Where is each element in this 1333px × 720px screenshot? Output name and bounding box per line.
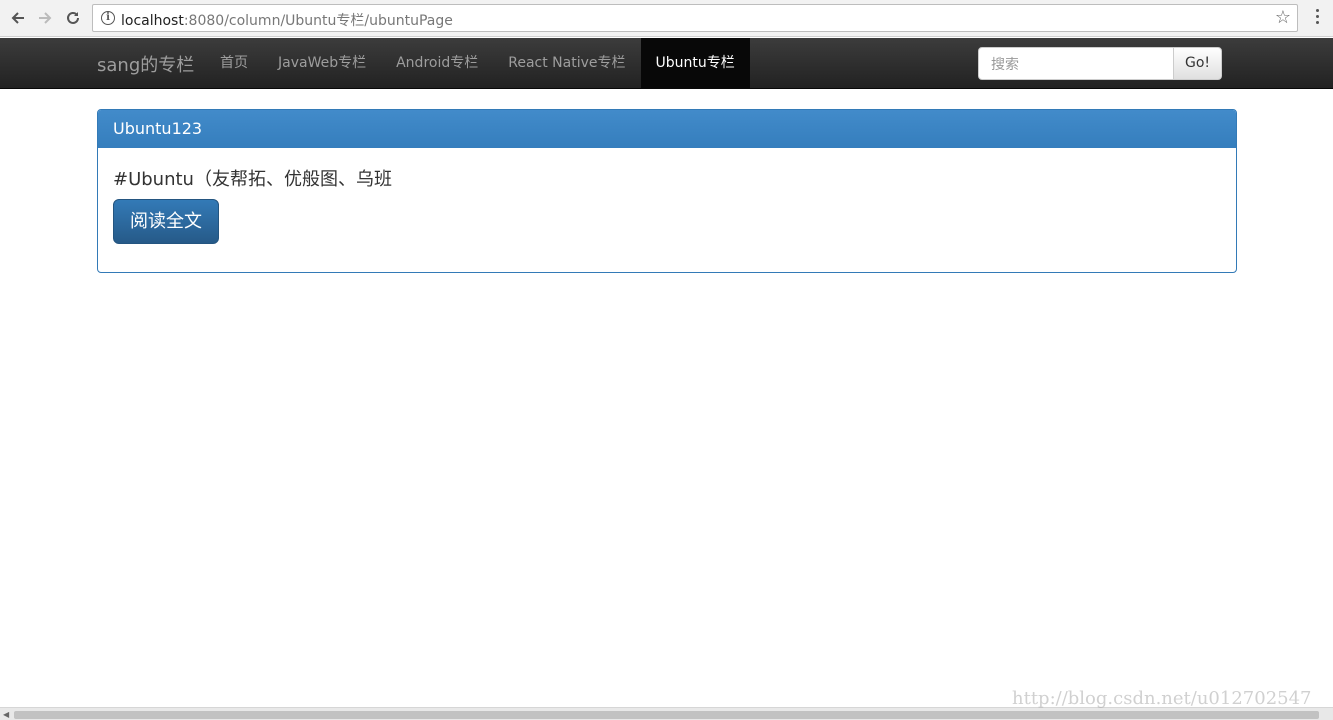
watermark-text: http://blog.csdn.net/u012702547 — [1012, 688, 1312, 709]
url-host: localhost — [121, 13, 184, 29]
back-arrow-icon[interactable] — [6, 6, 30, 30]
read-more-button[interactable]: 阅读全文 — [113, 199, 219, 244]
info-icon[interactable]: i — [101, 11, 115, 25]
browser-toolbar: i localhost:8080/column/Ubuntu专栏/ubuntuP… — [0, 0, 1333, 37]
reload-icon[interactable] — [61, 6, 85, 30]
nav-item-2[interactable]: Android专栏 — [381, 38, 493, 88]
article-title: Ubuntu123 — [98, 110, 1236, 148]
nav-item-4[interactable]: Ubuntu专栏 — [640, 38, 750, 88]
article-panel: Ubuntu123 #Ubuntu（友帮拓、优般图、乌班 阅读全文 — [97, 109, 1237, 273]
kebab-menu-icon[interactable] — [1311, 9, 1323, 29]
nav-item-0[interactable]: 首页 — [205, 38, 263, 88]
star-icon[interactable]: ☆ — [1275, 8, 1291, 28]
site-navbar: sang的专栏 首页 JavaWeb专栏 Android专栏 React Native… — [0, 38, 1333, 89]
article-excerpt: #Ubuntu（友帮拓、优般图、乌班 — [113, 169, 392, 190]
nav-item-1[interactable]: JavaWeb专栏 — [263, 38, 381, 88]
nav-menu: 首页 JavaWeb专栏 Android专栏 React Native专栏 Ubuntu… — [205, 38, 750, 88]
nav-item-3[interactable]: React Native专栏 — [493, 38, 640, 88]
search-input[interactable] — [978, 47, 1174, 80]
article-body: #Ubuntu（友帮拓、优般图、乌班 阅读全文 — [98, 148, 1236, 259]
scrollbar-thumb[interactable] — [14, 711, 1319, 719]
forward-arrow-icon[interactable] — [33, 6, 57, 30]
url-path: :8080/column/Ubuntu专栏/ubuntuPage — [183, 13, 453, 29]
go-button[interactable]: Go! — [1173, 47, 1222, 80]
brand-link[interactable]: sang的专栏 — [97, 51, 194, 77]
url-text[interactable]: localhost:8080/column/Ubuntu专栏/ubuntuPag… — [121, 10, 453, 30]
scroll-left-arrow-icon[interactable]: ◀ — [3, 710, 9, 719]
address-bar[interactable]: i localhost:8080/column/Ubuntu专栏/ubuntuP… — [92, 4, 1298, 32]
